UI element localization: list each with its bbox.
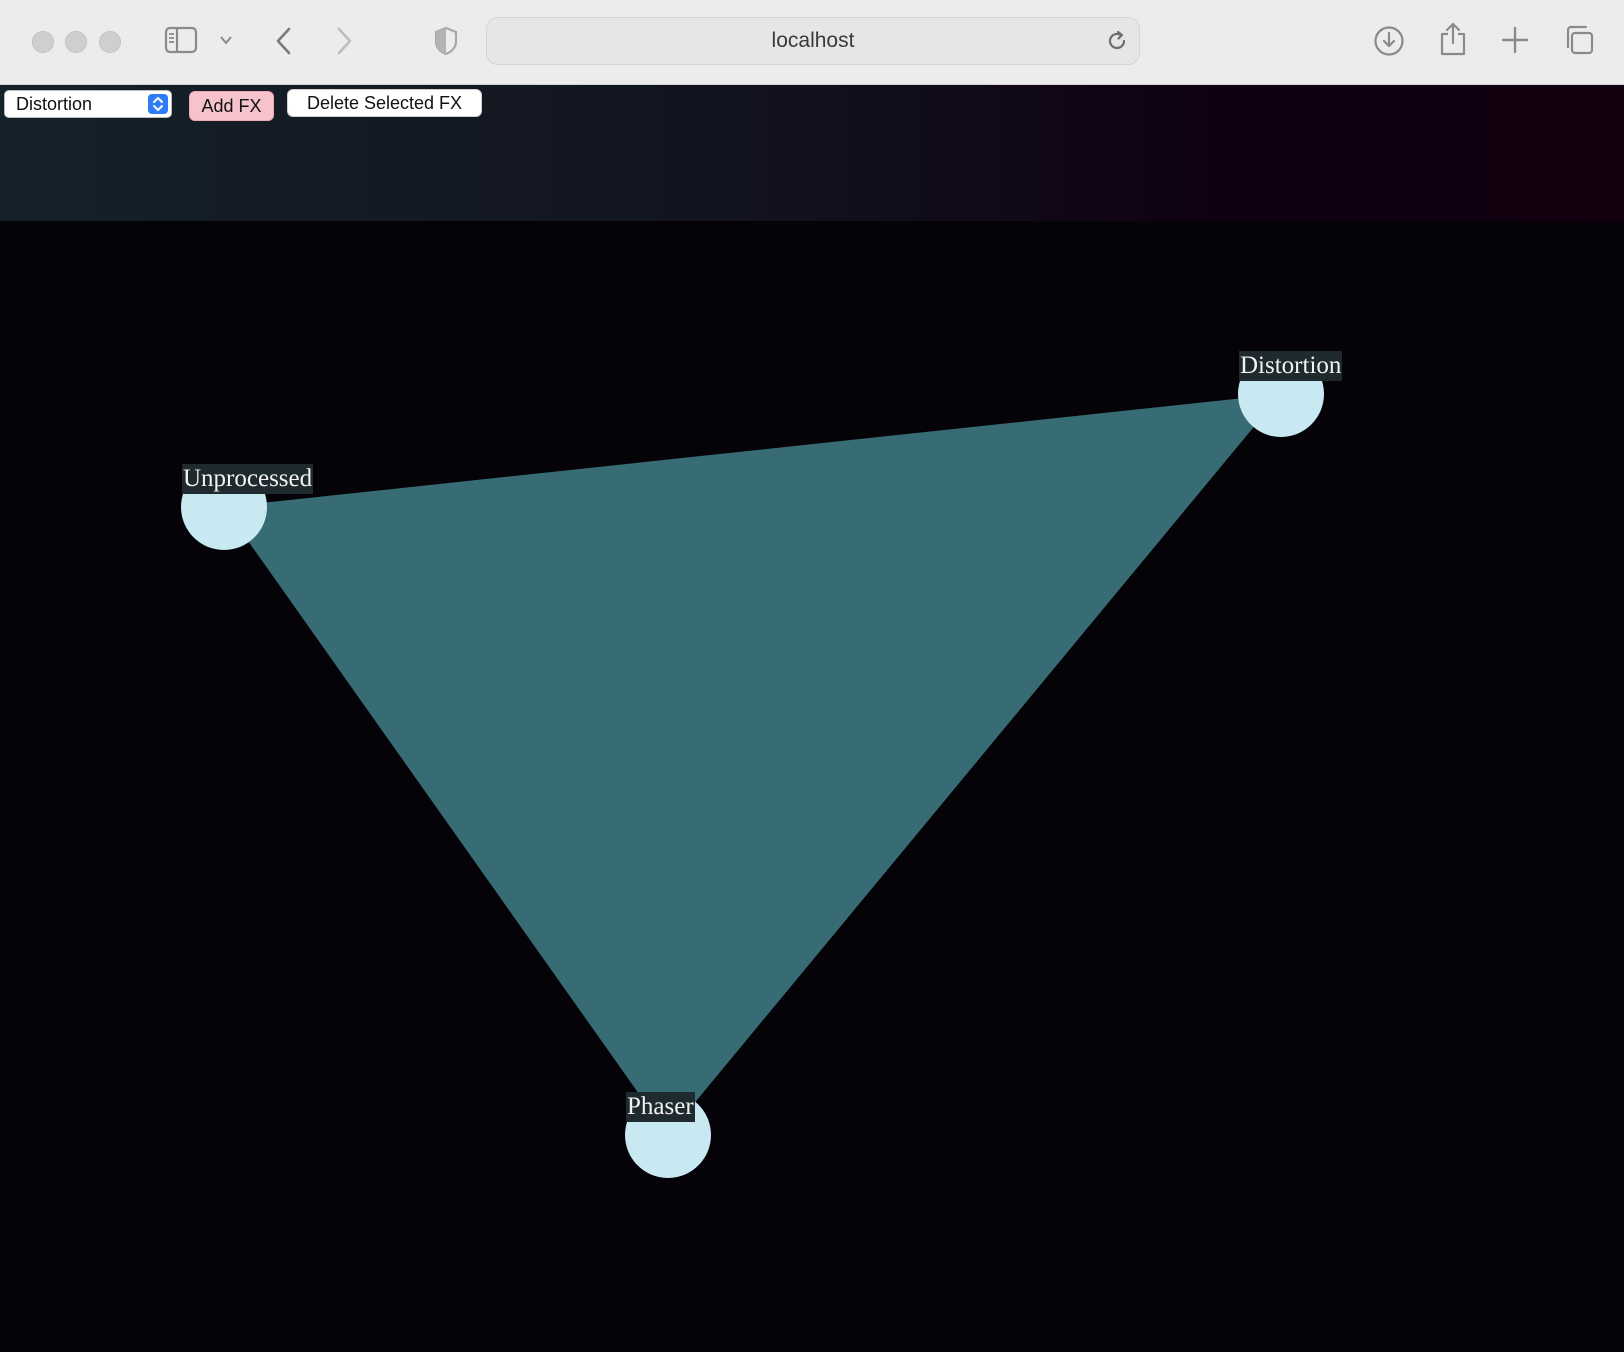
fx-graph-svg: [181, 351, 1324, 1178]
back-arrow-icon[interactable]: [272, 26, 296, 56]
privacy-shield-icon[interactable]: [433, 26, 459, 56]
select-arrows-icon: [148, 94, 168, 114]
sidebar-toggle-icon[interactable]: [164, 26, 198, 54]
url-text: localhost: [771, 29, 855, 52]
address-bar[interactable]: localhost: [486, 17, 1140, 65]
fx-mix-triangle: [224, 394, 1281, 1135]
browser-window: localhost Distortion Add FX Delete Selec…: [0, 0, 1624, 1352]
download-icon[interactable]: [1373, 25, 1405, 57]
share-icon[interactable]: [1438, 21, 1468, 57]
zoom-window-button[interactable]: [99, 31, 121, 53]
minimize-window-button[interactable]: [65, 31, 87, 53]
fx-select-value: Distortion: [16, 93, 93, 114]
add-fx-button[interactable]: Add FX: [189, 91, 274, 121]
close-window-button[interactable]: [32, 31, 54, 53]
chevron-down-icon[interactable]: [218, 32, 234, 48]
browser-toolbar: localhost: [0, 0, 1624, 85]
tab-overview-icon[interactable]: [1563, 24, 1595, 56]
fx-type-select[interactable]: Distortion: [4, 90, 172, 118]
reload-icon[interactable]: [1105, 29, 1129, 53]
fx-graph-canvas[interactable]: Unprocessed Distortion Phaser: [0, 221, 1624, 1352]
new-tab-plus-icon[interactable]: [1500, 25, 1530, 55]
delete-selected-fx-button[interactable]: Delete Selected FX: [287, 89, 482, 117]
node-label-unprocessed[interactable]: Unprocessed: [182, 464, 314, 494]
node-label-phaser[interactable]: Phaser: [626, 1092, 695, 1122]
forward-arrow-icon[interactable]: [332, 26, 356, 56]
node-label-distortion[interactable]: Distortion: [1239, 351, 1343, 381]
